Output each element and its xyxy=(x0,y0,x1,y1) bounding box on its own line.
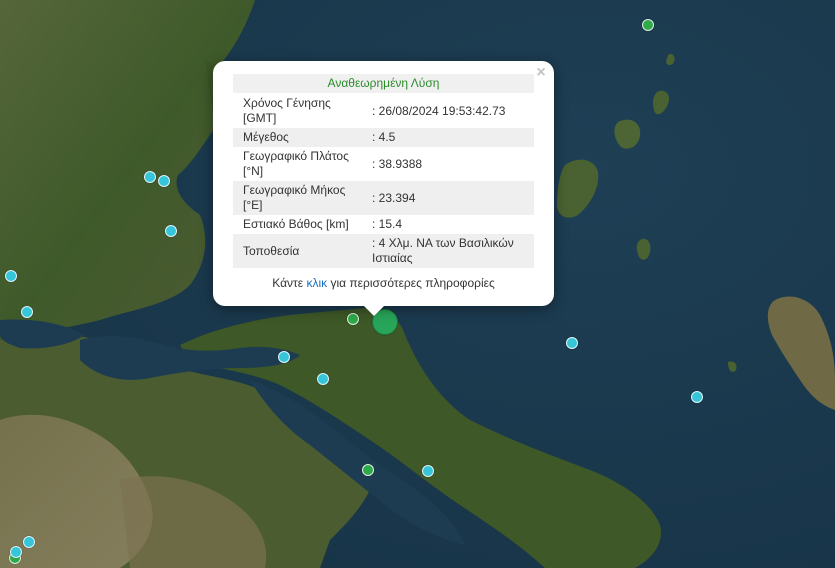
depth-value: : 15.4 xyxy=(372,217,403,231)
close-icon[interactable]: × xyxy=(534,65,548,81)
earthquake-marker[interactable] xyxy=(21,306,33,318)
earthquake-marker[interactable] xyxy=(691,391,703,403)
more-info-link[interactable]: κλικ xyxy=(306,276,327,290)
info-row: Γεωγραφικό Μήκος [°E] : 23.394 xyxy=(233,181,534,215)
magnitude-value: : 4.5 xyxy=(372,130,396,144)
info-row: Γεωγραφικό Πλάτος [°N] : 38.9388 xyxy=(233,147,534,181)
location-value: : 4 Χλμ. ΝΑ των Βασιλικών Ιστιαίας xyxy=(372,236,514,265)
more-info-prefix: Κάντε xyxy=(272,276,307,290)
earthquake-info-popup: × Αναθεωρημένη Λύση Χρόνος Γένησης [GMT]… xyxy=(213,61,554,306)
info-row: Εστιακό Βάθος [km] : 15.4 xyxy=(233,215,534,234)
earthquake-marker[interactable] xyxy=(347,313,359,325)
earthquake-marker[interactable] xyxy=(23,536,35,548)
info-row: Μέγεθος : 4.5 xyxy=(233,128,534,147)
earthquake-marker[interactable] xyxy=(144,171,156,183)
magnitude-label: Μέγεθος xyxy=(243,130,289,144)
latitude-value: : 38.9388 xyxy=(372,156,423,171)
more-info-line: Κάντε κλικ για περισσότερες πληροφορίες xyxy=(233,276,534,290)
popup-title: Αναθεωρημένη Λύση xyxy=(233,74,534,93)
info-row: Χρόνος Γένησης [GMT] : 26/08/2024 19:53:… xyxy=(233,94,534,128)
earthquake-marker[interactable] xyxy=(165,225,177,237)
origin-time-value: : 26/08/2024 19:53:42.73 xyxy=(372,103,506,118)
earthquake-marker[interactable] xyxy=(422,465,434,477)
earthquake-marker[interactable] xyxy=(566,337,578,349)
earthquake-marker[interactable] xyxy=(278,351,290,363)
longitude-label: Γεωγραφικό Μήκος [°E] xyxy=(243,183,346,212)
earthquake-info-table: Χρόνος Γένησης [GMT] : 26/08/2024 19:53:… xyxy=(233,94,534,268)
earthquake-marker[interactable] xyxy=(10,546,22,558)
info-row: Τοποθεσία : 4 Χλμ. ΝΑ των Βασιλικών Ιστι… xyxy=(233,234,534,268)
earthquake-marker[interactable] xyxy=(362,464,374,476)
latitude-label: Γεωγραφικό Πλάτος [°N] xyxy=(243,149,349,178)
earthquake-marker[interactable] xyxy=(642,19,654,31)
earthquake-marker[interactable] xyxy=(317,373,329,385)
earthquake-marker[interactable] xyxy=(5,270,17,282)
location-label: Τοποθεσία xyxy=(243,243,300,258)
depth-label: Εστιακό Βάθος [km] xyxy=(243,217,349,231)
more-info-suffix: για περισσότερες πληροφορίες xyxy=(327,276,495,290)
origin-time-label: Χρόνος Γένησης [GMT] xyxy=(243,96,331,125)
popup-tip xyxy=(362,304,386,316)
earthquake-marker[interactable] xyxy=(158,175,170,187)
longitude-value: : 23.394 xyxy=(372,190,416,205)
